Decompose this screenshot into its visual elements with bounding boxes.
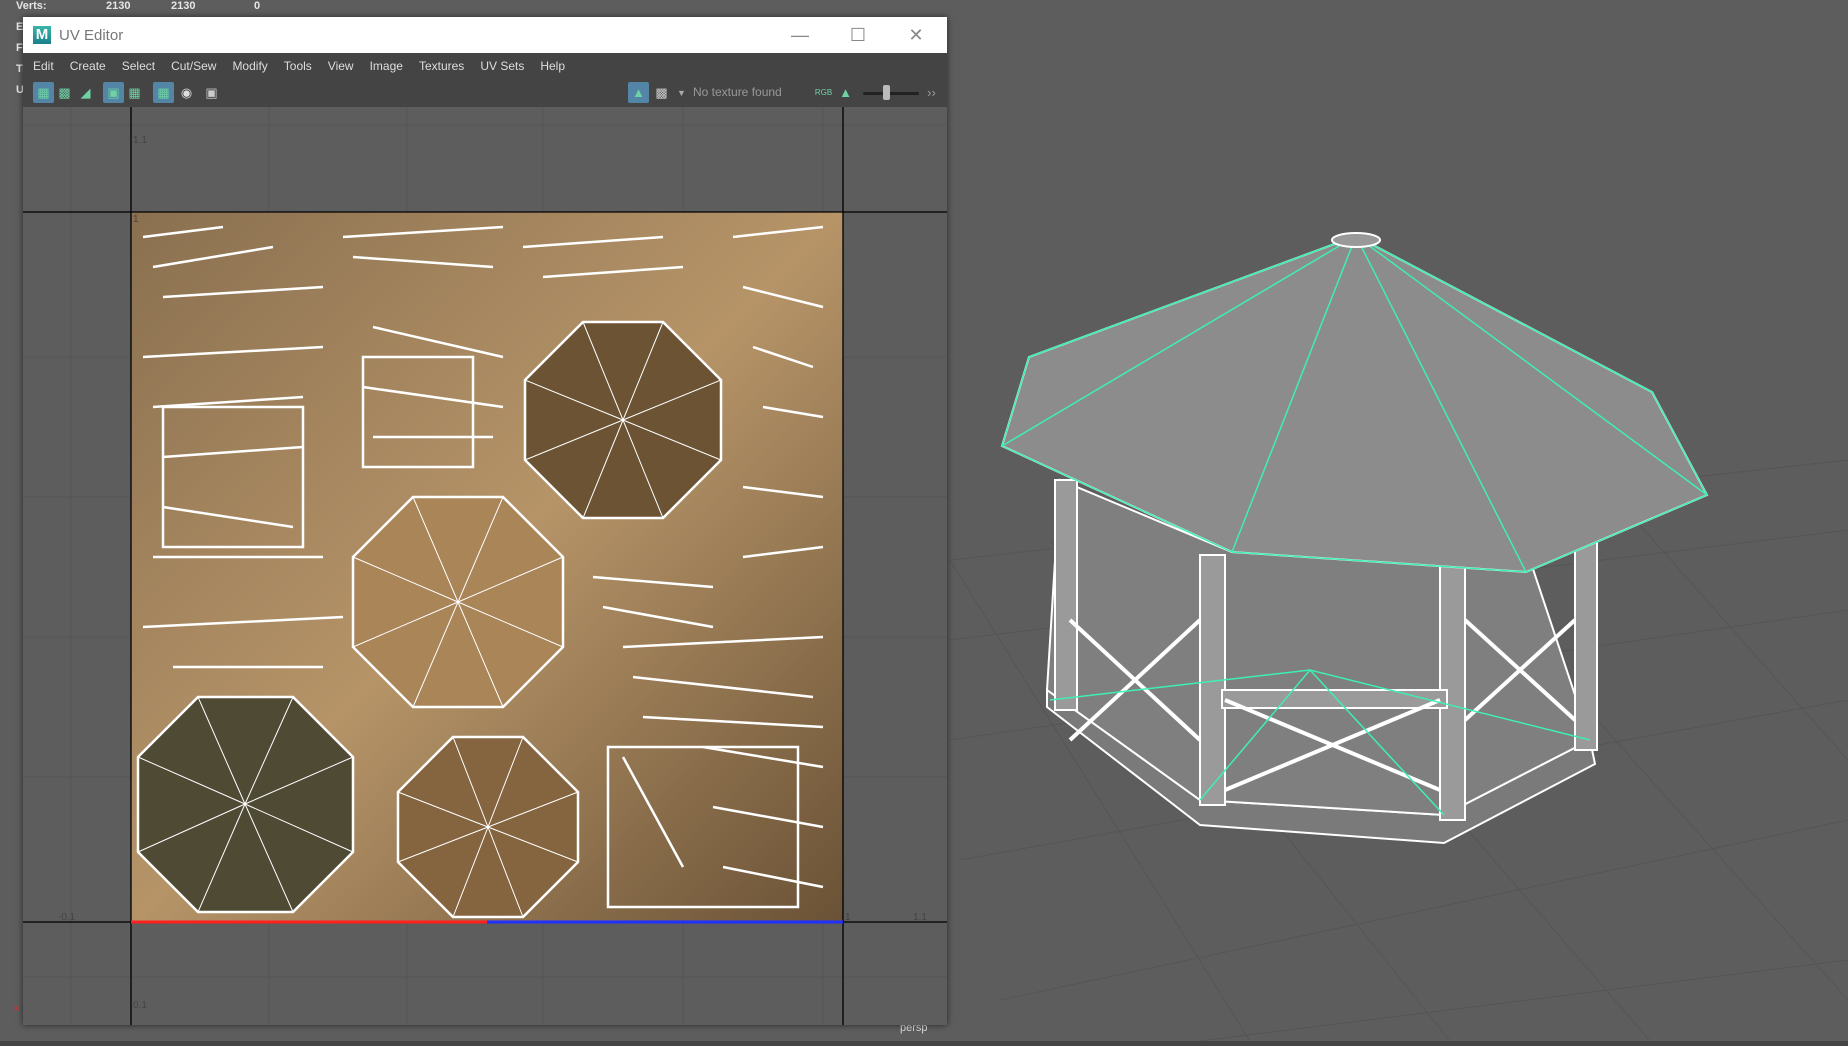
menu-image[interactable]: Image bbox=[370, 59, 403, 73]
uv-shell-icon[interactable]: ▦ bbox=[33, 82, 54, 103]
exposure-slider[interactable] bbox=[863, 92, 919, 95]
menu-help[interactable]: Help bbox=[540, 59, 565, 73]
menu-create[interactable]: Create bbox=[70, 59, 106, 73]
uv-editor-window: M UV Editor — ☐ ✕ Edit Create Select Cut… bbox=[23, 17, 947, 1025]
rgb-channels-icon[interactable]: RGB bbox=[813, 82, 834, 103]
uv-backface-icon[interactable]: ▩ bbox=[54, 82, 75, 103]
title-bar[interactable]: M UV Editor — ☐ ✕ bbox=[23, 17, 947, 53]
more-arrows-icon[interactable]: ›› bbox=[921, 82, 942, 103]
hud-value: 2130 bbox=[106, 0, 131, 12]
gazebo-model bbox=[1000, 232, 1709, 845]
window-title: UV Editor bbox=[59, 26, 124, 44]
uv-distortion-icon[interactable]: ▦ bbox=[124, 82, 145, 103]
menu-cut-sew[interactable]: Cut/Sew bbox=[171, 59, 216, 73]
grid-icon[interactable]: ▦ bbox=[153, 82, 174, 103]
menu-modify[interactable]: Modify bbox=[232, 59, 267, 73]
menu-edit[interactable]: Edit bbox=[33, 59, 54, 73]
maya-logo-icon: M bbox=[33, 26, 51, 44]
menu-tools[interactable]: Tools bbox=[284, 59, 312, 73]
minimize-button[interactable]: — bbox=[771, 17, 829, 53]
pixel-snap-icon[interactable]: ◉ bbox=[176, 82, 197, 103]
checker-icon[interactable]: ▩ bbox=[651, 82, 672, 103]
hud-label: F bbox=[16, 42, 23, 54]
axis-label: 1 bbox=[133, 214, 139, 225]
uv-border-icon[interactable]: ▣ bbox=[103, 82, 124, 103]
exposure-slider-thumb[interactable] bbox=[883, 85, 890, 100]
menu-textures[interactable]: Textures bbox=[419, 59, 464, 73]
hud-value: 0 bbox=[254, 0, 261, 12]
close-button[interactable]: ✕ bbox=[887, 17, 945, 53]
axis-label: 1 bbox=[845, 912, 851, 923]
display-image-icon[interactable]: ▲ bbox=[628, 82, 649, 103]
menu-view[interactable]: View bbox=[328, 59, 354, 73]
snapshot-camera-icon[interactable]: ▣ bbox=[201, 82, 222, 103]
toolbar: ▦ ▩ ◢ ▣ ▦ ▦ ◉ ▣ ▲ ▩ ▼ No texture found R… bbox=[23, 78, 947, 107]
axis-label: 1.1 bbox=[133, 135, 147, 146]
menu-select[interactable]: Select bbox=[122, 59, 155, 73]
uv-canvas[interactable]: 1.1 1 -0.1 1 1.1 0.1 bbox=[23, 107, 947, 1025]
axis-label: 1.1 bbox=[913, 912, 927, 923]
axis-label: -0.1 bbox=[58, 912, 76, 923]
menu-bar: Edit Create Select Cut/Sew Modify Tools … bbox=[23, 53, 947, 78]
axis-label: 0.1 bbox=[133, 1000, 147, 1011]
axis-x-indicator: x bbox=[14, 1003, 19, 1014]
uv-layout bbox=[23, 107, 947, 1025]
hud-value: 2130 bbox=[171, 0, 196, 12]
image-icon[interactable]: ▲ bbox=[835, 82, 856, 103]
menu-uv-sets[interactable]: UV Sets bbox=[480, 59, 524, 73]
hud-label: Verts: bbox=[16, 0, 47, 12]
texture-status[interactable]: No texture found bbox=[693, 85, 782, 99]
dropdown-arrow-icon[interactable]: ▼ bbox=[671, 82, 692, 103]
maximize-button[interactable]: ☐ bbox=[829, 17, 887, 53]
uv-shade-icon[interactable]: ◢ bbox=[75, 82, 96, 103]
